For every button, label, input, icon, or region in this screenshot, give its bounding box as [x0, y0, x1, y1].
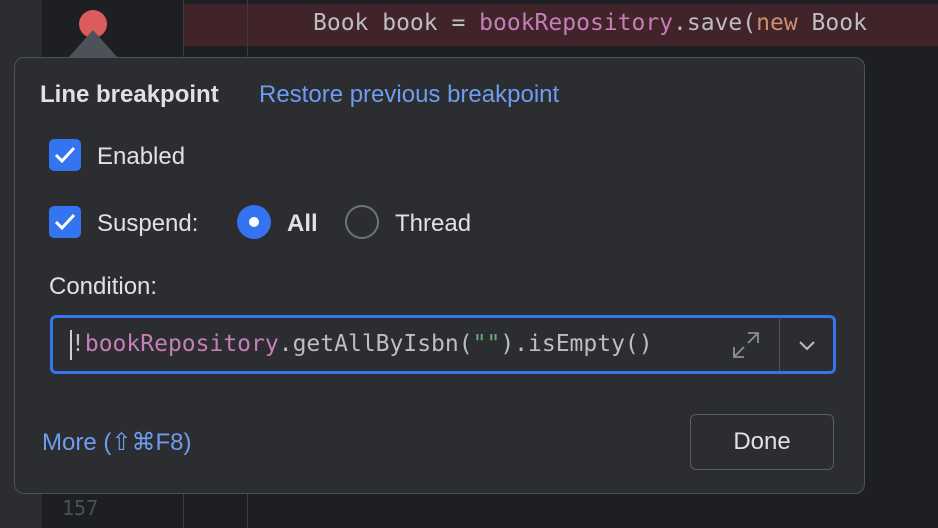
dropdown-separator	[779, 318, 780, 371]
code-line: Book book = bookRepository.save(new Book	[313, 10, 867, 36]
cond-text: .getAllByIsbn(	[278, 331, 473, 357]
more-link[interactable]: More (⇧⌘F8)	[42, 428, 191, 457]
check-icon	[54, 146, 76, 164]
line-number: 157	[62, 496, 99, 520]
radio-all[interactable]	[237, 205, 271, 239]
condition-input[interactable]: !bookRepository.getAllByIsbn("").isEmpty…	[50, 315, 836, 374]
cond-text: !	[71, 331, 85, 357]
cond-field: bookRepository	[84, 331, 279, 357]
suspend-checkbox[interactable]	[49, 206, 81, 238]
check-icon	[54, 213, 76, 231]
restore-previous-link[interactable]: Restore previous breakpoint	[259, 81, 559, 109]
code-keyword: new	[756, 10, 798, 36]
suspend-label: Suspend:	[97, 210, 199, 237]
code-field: bookRepository	[479, 10, 674, 36]
chevron-down-icon[interactable]	[797, 338, 817, 352]
code-text: .save(	[673, 10, 757, 36]
cond-text: ).isEmpty()	[500, 331, 653, 357]
expand-icon[interactable]	[731, 330, 761, 360]
enabled-label: Enabled	[97, 143, 186, 170]
popup-title: Line breakpoint	[40, 81, 219, 108]
popup-pointer	[68, 30, 118, 58]
radio-thread-label[interactable]: Thread	[395, 210, 471, 238]
enabled-checkbox[interactable]	[49, 139, 81, 171]
code-text: Book	[797, 10, 867, 36]
code-text: Book book =	[313, 10, 480, 36]
condition-label: Condition:	[49, 273, 158, 300]
done-button[interactable]: Done	[690, 414, 834, 470]
cond-string: ""	[472, 331, 501, 357]
radio-all-label[interactable]: All	[287, 210, 318, 238]
radio-thread[interactable]	[345, 205, 379, 239]
